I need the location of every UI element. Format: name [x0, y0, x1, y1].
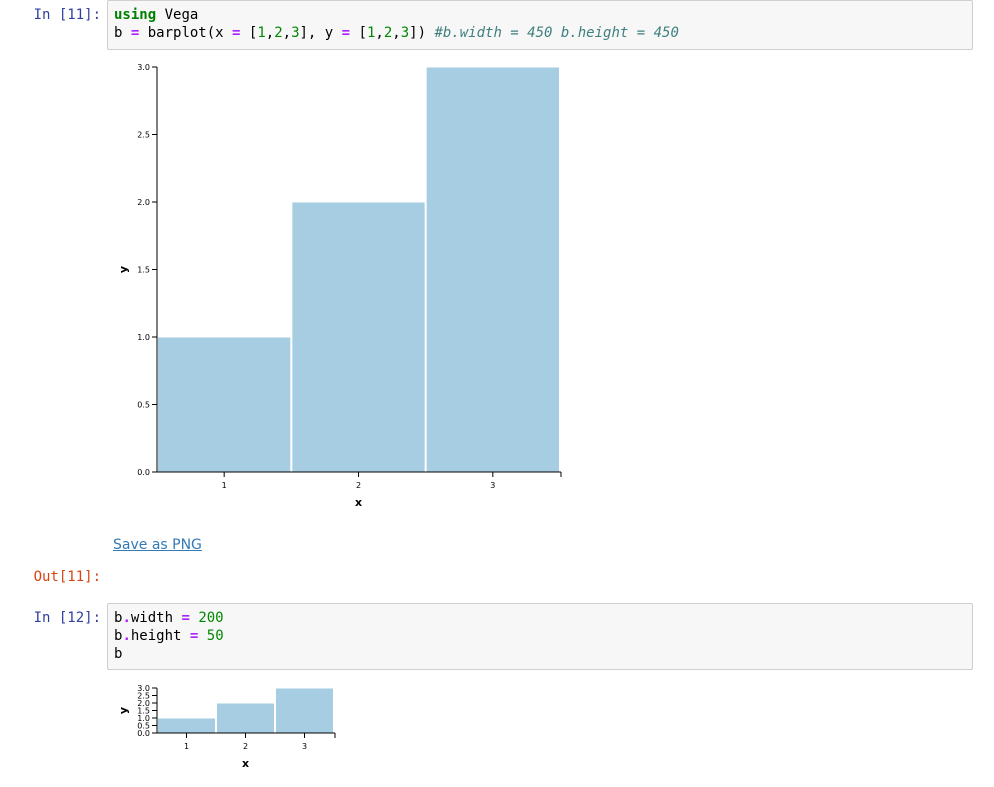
y-axis-title: y — [117, 266, 130, 273]
x-tick-label: 1 — [222, 481, 227, 490]
y-tick-label: 1.5 — [137, 266, 150, 275]
y-tick-label: 1.0 — [137, 333, 150, 342]
x-tick-label: 2 — [356, 481, 361, 490]
code-line: b.height = 50 — [114, 628, 224, 644]
y-tick-label: 0.0 — [137, 468, 150, 477]
bar-2 — [291, 201, 426, 473]
bar-3 — [425, 66, 560, 473]
x-axis-title: x — [355, 496, 362, 509]
x-tick-label: 3 — [490, 481, 495, 490]
code-line: b.width = 200 — [114, 610, 224, 626]
code-cell-12[interactable]: b.width = 200 b.height = 50 b — [107, 603, 973, 670]
bar-1 — [157, 336, 292, 473]
y-tick-label: 2.5 — [137, 131, 150, 140]
save-as-png-link[interactable]: Save as PNG — [113, 537, 202, 553]
y-tick-label: 3.0 — [137, 63, 150, 72]
y-tick-label: 0.5 — [137, 401, 150, 410]
input-prompt-12: In [12]: — [33, 610, 101, 626]
output-prompt-11: Out[11]: — [33, 569, 101, 585]
code-line: b — [114, 646, 123, 662]
plot-area: 0.0 0.5 1.0 1.5 2.0 2.5 3.0 1 2 3 x y — [117, 63, 562, 509]
y-tick-label: 2.0 — [137, 198, 150, 207]
